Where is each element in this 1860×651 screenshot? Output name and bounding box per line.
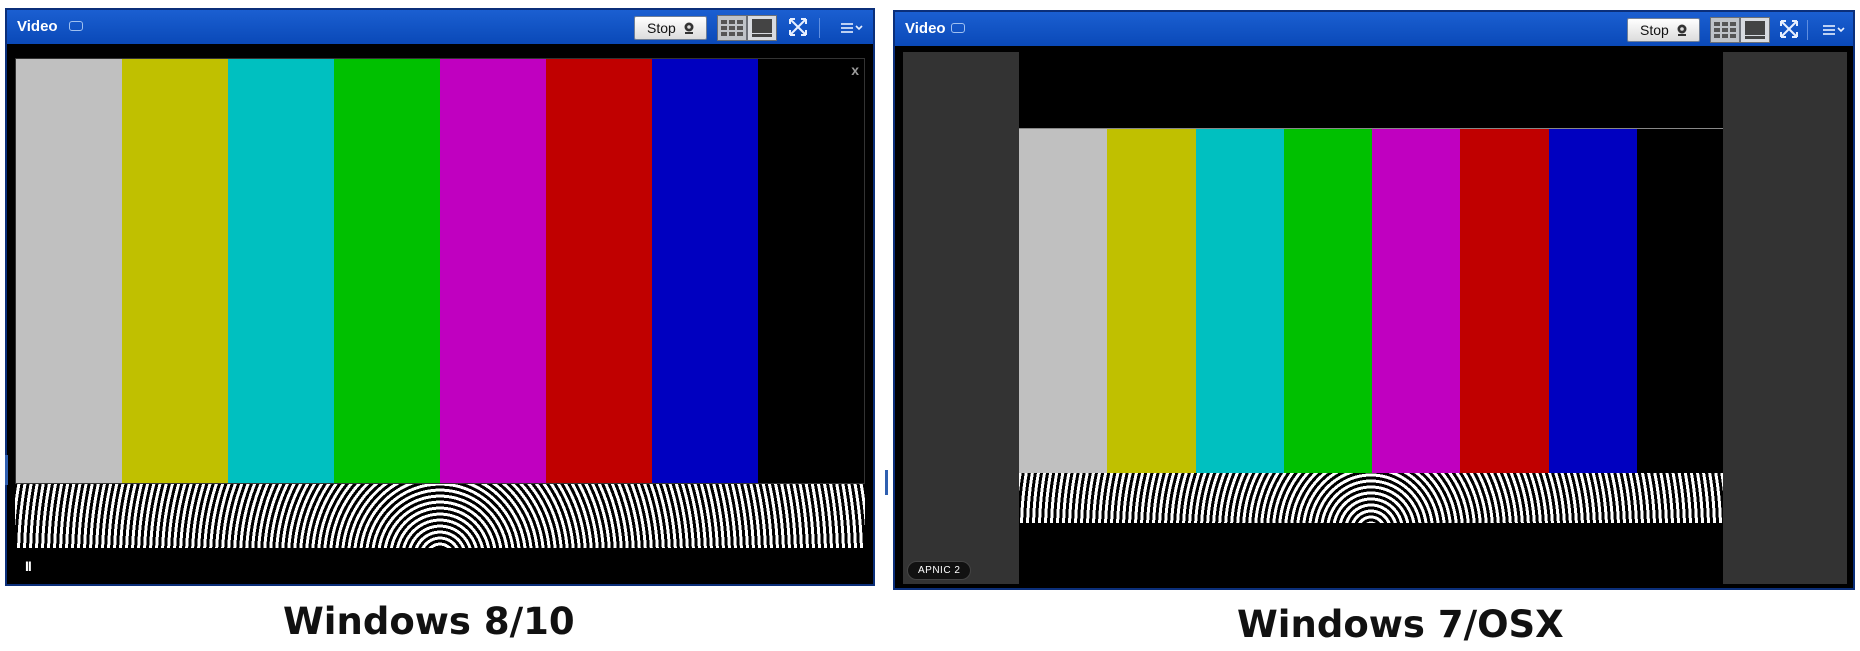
grid-layout-icon[interactable] — [1710, 17, 1740, 43]
color-bar — [546, 59, 652, 483]
zone-plate-strip — [15, 484, 865, 548]
video-stage: x II — [15, 58, 865, 578]
chat-bubble-icon[interactable] — [951, 23, 965, 33]
stop-button[interactable]: Stop — [634, 16, 707, 40]
pod-titlebar: Video Stop — [895, 12, 1853, 46]
pause-icon[interactable]: II — [25, 558, 32, 574]
color-bar — [652, 59, 758, 483]
divider-line — [5, 455, 8, 485]
color-bar — [1283, 129, 1373, 473]
color-bar — [1019, 129, 1108, 473]
video-pod-left: Video Stop x II — [5, 8, 875, 586]
pod-menu-icon[interactable] — [837, 15, 867, 41]
color-bar — [1195, 129, 1284, 473]
color-bar — [16, 59, 122, 483]
stop-button-label: Stop — [1640, 22, 1669, 38]
color-bar — [1548, 129, 1637, 473]
divider-line — [885, 470, 888, 495]
color-bars — [1019, 129, 1637, 473]
pod-menu-icon[interactable] — [1819, 17, 1849, 43]
participant-badge: APNIC 2 — [907, 561, 972, 580]
video-stage: APNIC 2 — [903, 52, 1847, 584]
chat-bubble-icon[interactable] — [69, 21, 83, 31]
stop-button-label: Stop — [647, 20, 676, 36]
stop-button[interactable]: Stop — [1627, 18, 1700, 42]
color-bar — [334, 59, 440, 483]
side-pane-left — [903, 52, 1019, 584]
pod-title: Video — [905, 20, 946, 37]
webcam-icon — [682, 21, 696, 35]
single-view-icon[interactable] — [1740, 17, 1770, 43]
color-bar — [1460, 129, 1549, 473]
color-bar — [758, 59, 864, 483]
grid-layout-icon[interactable] — [717, 15, 747, 41]
caption-right: Windows 7/OSX — [1237, 603, 1564, 646]
color-bar — [228, 59, 334, 483]
zone-plate-strip — [1019, 473, 1723, 523]
single-view-icon[interactable] — [747, 15, 777, 41]
webcam-icon — [1675, 23, 1689, 37]
side-pane-right — [1723, 52, 1847, 584]
close-video-button[interactable]: x — [851, 62, 859, 78]
color-bar — [1372, 129, 1461, 473]
color-bars — [15, 58, 865, 484]
pod-title: Video — [17, 18, 58, 35]
pod-titlebar: Video Stop — [7, 10, 873, 44]
video-pod-right: Video Stop APNIC 2 — [893, 10, 1855, 590]
color-bar — [1107, 129, 1196, 473]
toolbar-divider — [819, 18, 820, 38]
caption-left: Windows 8/10 — [283, 600, 575, 643]
color-bar — [440, 59, 546, 483]
move-arrows-icon[interactable] — [1775, 17, 1805, 43]
toolbar-divider — [1807, 20, 1808, 40]
centered-video — [1019, 128, 1723, 526]
color-bar — [122, 59, 228, 483]
move-arrows-icon[interactable] — [784, 15, 814, 41]
